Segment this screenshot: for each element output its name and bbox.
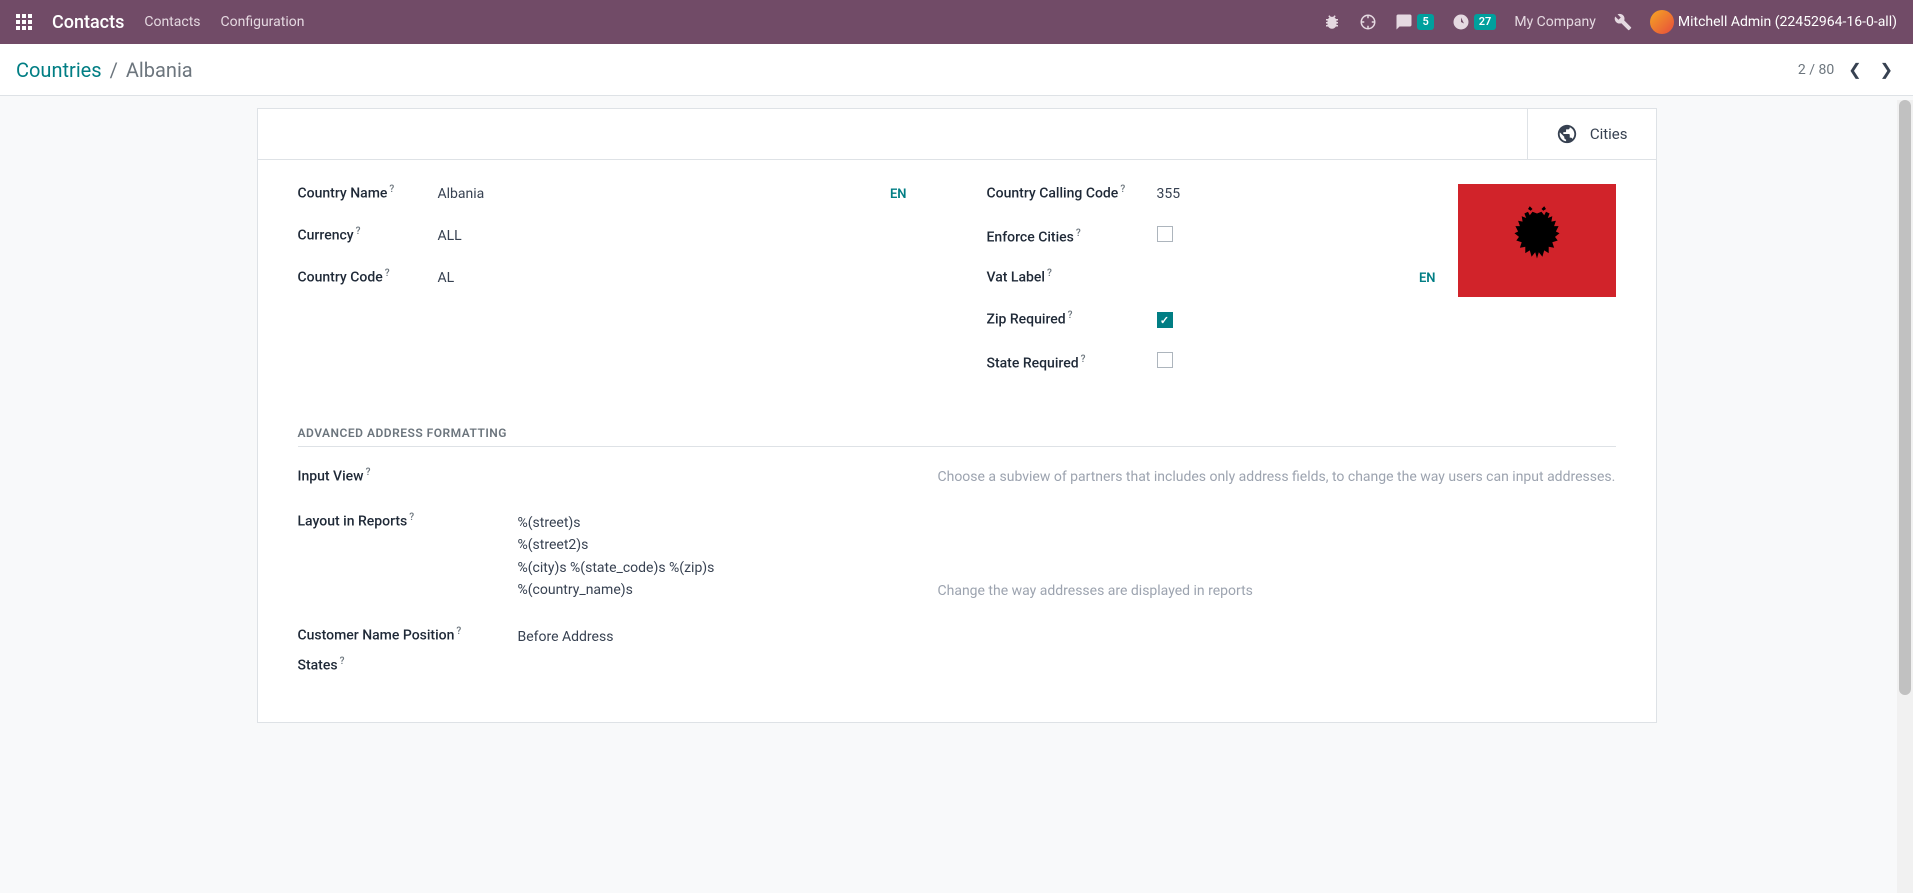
button-box: Cities <box>258 109 1656 160</box>
help-icon[interactable]: ? <box>340 656 345 667</box>
label-layout-reports: Layout in Reports? <box>298 512 478 602</box>
avatar <box>1650 10 1674 34</box>
help-icon[interactable]: ? <box>356 226 361 237</box>
breadcrumb: Countries / Albania <box>16 58 193 82</box>
breadcrumb-parent[interactable]: Countries <box>16 58 102 82</box>
bug-icon[interactable] <box>1323 13 1341 31</box>
label-states: States? <box>298 656 478 674</box>
scrollbar-thumb[interactable] <box>1899 100 1911 695</box>
label-currency: Currency? <box>298 226 438 244</box>
help-icon[interactable]: ? <box>1068 310 1073 321</box>
country-flag[interactable] <box>1458 184 1616 297</box>
pager-prev[interactable]: ❮ <box>1844 56 1865 83</box>
label-vat-label: Vat Label? <box>987 268 1157 286</box>
activity-badge: 27 <box>1474 14 1497 29</box>
scrollbar[interactable] <box>1897 100 1913 893</box>
breadcrumb-current: Albania <box>126 58 193 82</box>
navbar: Contacts Contacts Configuration 5 27 My … <box>0 0 1913 44</box>
label-name-position: Customer Name Position? <box>298 626 478 648</box>
label-calling-code: Country Calling Code? <box>987 184 1157 202</box>
help-icon[interactable]: ? <box>1081 354 1086 365</box>
label-enforce-cities: Enforce Cities? <box>987 228 1157 246</box>
discuss-badge: 5 <box>1417 14 1433 29</box>
help-icon[interactable]: ? <box>385 268 390 279</box>
help-icon[interactable]: ? <box>1120 184 1125 195</box>
checkbox-zip-required[interactable] <box>1157 312 1173 328</box>
support-icon[interactable] <box>1359 13 1377 31</box>
help-icon[interactable]: ? <box>409 512 414 523</box>
section-title: ADVANCED ADDRESS FORMATTING <box>298 426 1616 447</box>
apps-icon[interactable] <box>16 14 32 30</box>
content[interactable]: Cities Country Name? Albania EN C <box>0 96 1913 889</box>
value-currency[interactable]: ALL <box>438 228 927 244</box>
value-input-view[interactable] <box>518 467 898 488</box>
pager: 2 / 80 ❮ ❯ <box>1798 56 1897 83</box>
label-zip-required: Zip Required? <box>987 310 1157 328</box>
help-icon[interactable]: ? <box>1076 228 1081 239</box>
pager-text: 2 / 80 <box>1798 62 1834 78</box>
nav-contacts[interactable]: Contacts <box>144 14 200 30</box>
value-name-position[interactable]: Before Address <box>518 626 898 648</box>
help-icon[interactable]: ? <box>389 184 394 195</box>
label-state-required: State Required? <box>987 354 1157 372</box>
help-icon[interactable]: ? <box>456 626 461 637</box>
brand-title[interactable]: Contacts <box>52 12 124 33</box>
cities-button[interactable]: Cities <box>1527 109 1656 159</box>
label-country-name: Country Name? <box>298 184 438 202</box>
help-icon[interactable]: ? <box>1047 268 1052 279</box>
tools-icon[interactable] <box>1614 13 1632 31</box>
value-country-code[interactable]: AL <box>438 270 927 286</box>
breadcrumb-sep: / <box>110 58 118 82</box>
help-input-view: Choose a subview of partners that includ… <box>938 467 1616 488</box>
value-country-name[interactable]: Albania <box>438 186 890 202</box>
label-country-code: Country Code? <box>298 268 438 286</box>
value-layout-reports[interactable]: %(street)s %(street2)s %(city)s %(state_… <box>518 512 898 602</box>
nav-configuration[interactable]: Configuration <box>221 14 305 30</box>
lang-country-name[interactable]: EN <box>890 187 927 202</box>
company-switcher[interactable]: My Company <box>1514 14 1596 30</box>
checkbox-enforce-cities[interactable] <box>1157 226 1173 242</box>
help-layout-reports: Change the way addresses are displayed i… <box>938 581 1616 602</box>
globe-icon <box>1556 123 1578 145</box>
user-name: Mitchell Admin (22452964-16-0-all) <box>1678 14 1897 30</box>
discuss-icon[interactable]: 5 <box>1395 13 1433 31</box>
form-sheet: Cities Country Name? Albania EN C <box>257 108 1657 723</box>
user-menu[interactable]: Mitchell Admin (22452964-16-0-all) <box>1650 10 1897 34</box>
activity-icon[interactable]: 27 <box>1452 13 1497 31</box>
flag-eagle-icon <box>1492 203 1582 278</box>
pager-next[interactable]: ❯ <box>1876 56 1897 83</box>
checkbox-state-required[interactable] <box>1157 352 1173 368</box>
cities-label: Cities <box>1590 125 1628 143</box>
help-icon[interactable]: ? <box>366 467 371 478</box>
label-input-view: Input View? <box>298 467 478 488</box>
control-bar: Countries / Albania 2 / 80 ❮ ❯ <box>0 44 1913 96</box>
